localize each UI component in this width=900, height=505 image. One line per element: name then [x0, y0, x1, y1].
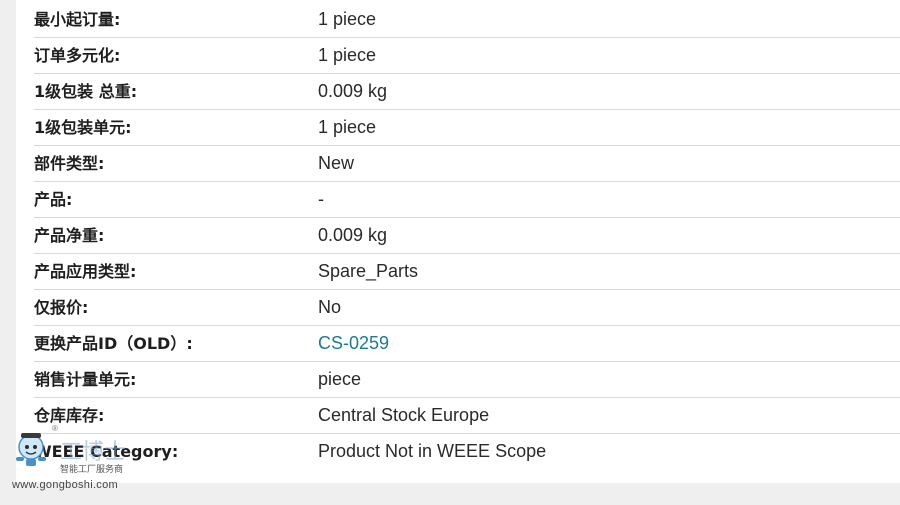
spec-label: 更换产品ID（OLD）: — [34, 334, 193, 353]
spec-value: New — [318, 153, 355, 173]
spec-label: 最小起订量: — [34, 10, 121, 29]
spec-label: 1级包装 总重: — [34, 82, 138, 101]
spec-label: 产品应用类型: — [34, 262, 137, 281]
spec-row-part-type: 部件类型: New — [34, 146, 900, 182]
spec-row-application-type: 产品应用类型: Spare_Parts — [34, 254, 900, 290]
spec-value: Spare_Parts — [318, 261, 419, 281]
spec-row-quote-only: 仅报价: No — [34, 290, 900, 326]
spec-row-sales-unit: 销售计量单元: piece — [34, 362, 900, 398]
spec-row-package-gross-weight: 1级包装 总重: 0.009 kg — [34, 74, 900, 110]
spec-label: 订单多元化: — [34, 46, 121, 65]
spec-row-net-weight: 产品净重: 0.009 kg — [34, 218, 900, 254]
spec-value: - — [318, 189, 324, 209]
spec-value: Product Not in WEEE Scope — [318, 441, 547, 461]
spec-row-product: 产品: - — [34, 182, 900, 218]
spec-value: 1 piece — [318, 45, 377, 65]
spec-row-package-unit: 1级包装单元: 1 piece — [34, 110, 900, 146]
spec-value: 0.009 kg — [318, 225, 388, 245]
replacement-product-link[interactable]: CS-0259 — [318, 326, 389, 361]
spec-label: 部件类型: — [34, 154, 105, 173]
spec-label: WEEE Category: — [34, 442, 179, 461]
spec-value: 0.009 kg — [318, 81, 388, 101]
spec-row-weee-category: WEEE Category: Product Not in WEEE Scope — [34, 434, 900, 469]
spec-label: 销售计量单元: — [34, 370, 137, 389]
spec-value: piece — [318, 369, 362, 389]
spec-value: 1 piece — [318, 9, 377, 29]
spec-label: 产品: — [34, 190, 73, 209]
spec-label: 仅报价: — [34, 298, 89, 317]
spec-value: Central Stock Europe — [318, 405, 490, 425]
spec-row-min-order: 最小起订量: 1 piece — [34, 2, 900, 38]
spec-label: 仓库库存: — [34, 406, 105, 425]
spec-value: 1 piece — [318, 117, 377, 137]
spec-row-warehouse-stock: 仓库库存: Central Stock Europe — [34, 398, 900, 434]
spec-label: 产品净重: — [34, 226, 105, 245]
spec-row-order-multiple: 订单多元化: 1 piece — [34, 38, 900, 74]
spec-label: 1级包装单元: — [34, 118, 132, 137]
spec-row-replacement-id: 更换产品ID（OLD）: CS-0259 — [34, 326, 900, 362]
spec-value: No — [318, 297, 342, 317]
product-spec-table: 最小起订量: 1 piece 订单多元化: 1 piece 1级包装 总重: 0… — [34, 2, 900, 469]
